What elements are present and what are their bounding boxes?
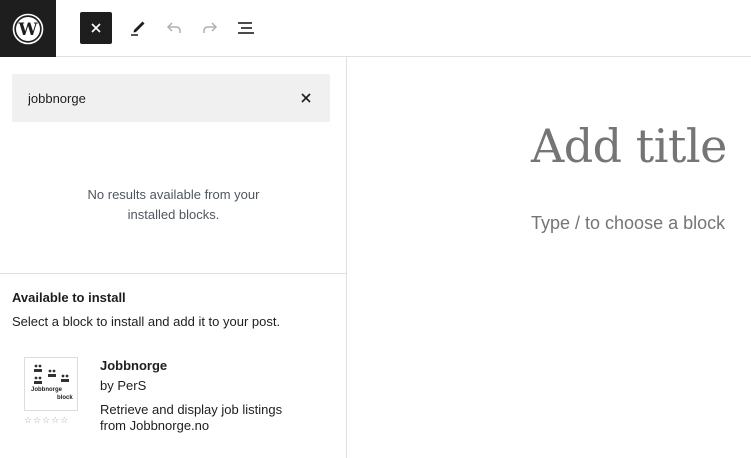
tools-button[interactable]	[122, 12, 154, 44]
downloadable-block-item[interactable]: Jobbnorge block ☆☆☆☆☆ Jobbnorge by PerS …	[12, 347, 334, 443]
block-description-line-2: from Jobbnorge.no	[100, 418, 210, 433]
editor-header: W	[0, 0, 751, 57]
search-clear-button[interactable]	[294, 86, 318, 110]
block-author: by PerS	[100, 378, 147, 393]
redo-button[interactable]	[194, 12, 226, 44]
undo-button[interactable]	[158, 12, 190, 44]
close-icon	[91, 23, 101, 33]
post-title-placeholder[interactable]: Add title	[531, 119, 727, 173]
thumbnail-sublabel: block	[57, 395, 73, 401]
block-thumbnail: Jobbnorge block	[24, 357, 78, 411]
people-icon	[34, 364, 69, 384]
block-search	[12, 74, 330, 122]
svg-text:W: W	[17, 20, 38, 40]
panel-divider	[0, 273, 346, 274]
block-description-line-1: Retrieve and display job listings	[100, 402, 283, 417]
no-results-line-2: installed blocks.	[127, 207, 220, 222]
wordpress-logo-button[interactable]: W	[0, 0, 56, 57]
pencil-icon	[131, 21, 145, 36]
undo-icon	[166, 22, 181, 33]
no-results-line-1: No results available from your	[87, 187, 260, 202]
block-name: Jobbnorge	[100, 358, 168, 373]
default-block-appender[interactable]: Type / to choose a block	[531, 213, 725, 234]
no-results-message: No results available from your installed…	[40, 185, 307, 225]
block-search-input[interactable]	[12, 74, 282, 122]
list-view-icon	[238, 22, 254, 34]
thumbnail-label: Jobbnorge	[31, 387, 62, 393]
block-inserter-panel: No results available from your installed…	[0, 57, 347, 458]
list-view-button[interactable]	[230, 12, 262, 44]
block-description: Retrieve and display job listings from J…	[100, 402, 320, 434]
close-inserter-button[interactable]	[80, 12, 112, 44]
redo-icon	[203, 22, 218, 33]
editor-canvas: Add title Type / to choose a block	[348, 57, 751, 458]
block-rating-stars: ☆☆☆☆☆	[24, 415, 70, 425]
available-to-install-heading: Available to install	[12, 290, 126, 305]
wordpress-logo-icon: W	[12, 13, 44, 44]
available-to-install-description: Select a block to install and add it to …	[12, 314, 281, 329]
close-icon	[301, 93, 311, 103]
